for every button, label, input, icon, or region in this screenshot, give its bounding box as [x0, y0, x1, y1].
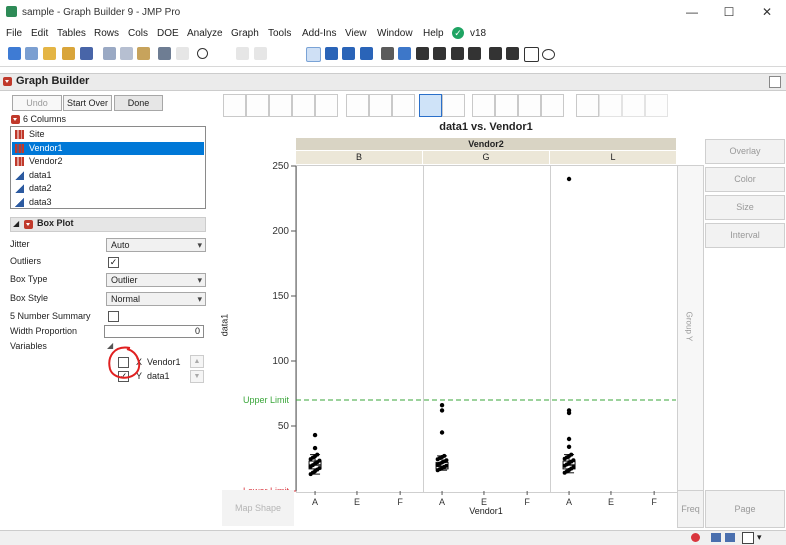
- data-point: [315, 452, 320, 457]
- outlier-point: [312, 432, 318, 438]
- home-icon[interactable]: [711, 533, 721, 542]
- layout-dropdown-icon[interactable]: ▾: [757, 532, 762, 543]
- interval-zone[interactable]: Interval: [705, 223, 785, 248]
- data-point: [571, 465, 576, 470]
- upper-limit-label: Upper Limit: [243, 395, 290, 405]
- data-point: [444, 458, 449, 463]
- map-shape-zone[interactable]: Map Shape: [222, 490, 294, 526]
- outlier-point: [439, 430, 445, 435]
- data-point: [317, 458, 322, 463]
- data-point: [571, 458, 576, 463]
- layout-select-icon[interactable]: [742, 532, 754, 544]
- outlier-point: [566, 176, 572, 182]
- page-zone[interactable]: Page: [705, 490, 785, 528]
- outlier-point: [439, 403, 445, 408]
- outlier-point: [566, 436, 572, 442]
- outlier-point: [312, 445, 318, 451]
- y-tick-label: 200: [272, 226, 289, 237]
- y-tick-label: 150: [272, 291, 289, 302]
- chart-plot: 50100150200250Upper LimitLower LimitAEFA…: [243, 161, 676, 507]
- x-axis-title[interactable]: Vendor1: [296, 506, 676, 516]
- data-point: [444, 463, 449, 468]
- outlier-point: [566, 408, 572, 413]
- data-point: [317, 466, 322, 471]
- color-zone[interactable]: Color: [705, 167, 785, 192]
- y-tick-label: 250: [272, 161, 289, 172]
- outlier-point: [566, 444, 572, 449]
- outlier-point: [439, 408, 445, 413]
- data-point: [569, 452, 574, 457]
- error-status-icon[interactable]: [691, 533, 700, 542]
- group-y-label: Group Y: [684, 311, 694, 342]
- overlay-zone[interactable]: Overlay: [705, 139, 785, 164]
- status-bar: [0, 530, 786, 545]
- y-tick-label: 50: [278, 421, 290, 432]
- window-list-icon[interactable]: [725, 533, 735, 542]
- size-zone[interactable]: Size: [705, 195, 785, 220]
- freq-zone[interactable]: Freq: [677, 490, 704, 528]
- data-point: [442, 453, 447, 458]
- y-tick-label: 100: [272, 356, 289, 367]
